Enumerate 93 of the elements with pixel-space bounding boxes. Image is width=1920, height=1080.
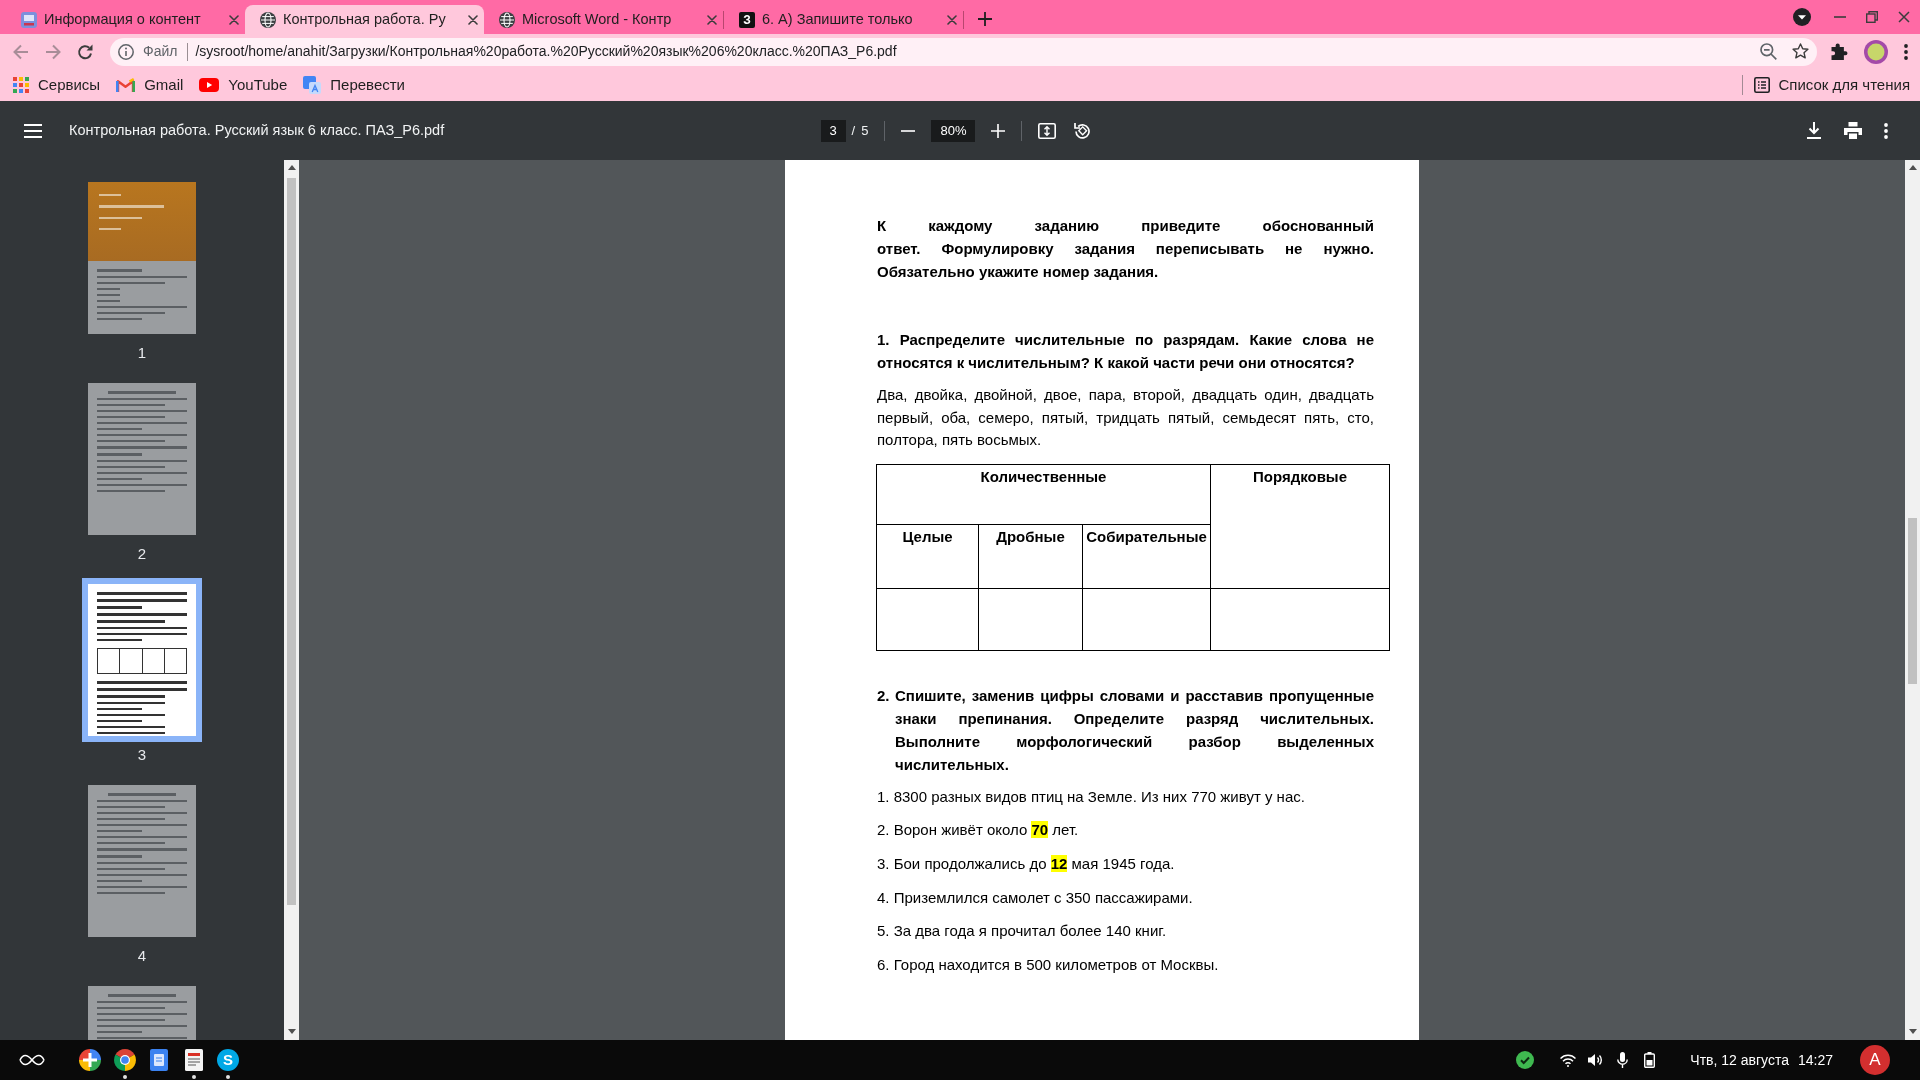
task-number: 2. — [877, 685, 891, 706]
envelope-icon — [116, 77, 136, 93]
microphone-icon[interactable] — [1617, 1052, 1629, 1068]
close-icon[interactable] — [1898, 11, 1910, 23]
scroll-up-icon[interactable] — [287, 165, 296, 170]
shield-check-icon[interactable] — [1516, 1051, 1535, 1069]
close-icon[interactable] — [468, 14, 478, 25]
bookmark-link[interactable]: YouTube — [199, 73, 288, 97]
table-group-header: Количественные — [876, 464, 1211, 525]
tab-search-icon[interactable] — [1793, 8, 1811, 26]
globe-icon — [260, 11, 276, 28]
browser-tab[interactable]: Информация о контент — [6, 5, 245, 34]
date-text: Чтв, 12 августа — [1690, 1050, 1789, 1070]
exercise-sentence: 2. Ворон живёт около 70 лет. — [877, 820, 1080, 841]
exercise-sentence: 1. 8300 разных видов птиц на Земле. Из них 770 живут у нас. — [877, 786, 1306, 807]
browser-tab[interactable]: Microsoft Word - Контр — [484, 5, 723, 34]
task-heading: 1. Распределите числительные по разрядам. Какие слова не относятся к числительным? К какой части речи они относятся? — [877, 330, 1374, 373]
plus-circle-icon[interactable] — [79, 1049, 101, 1071]
menu-icon[interactable] — [24, 123, 42, 138]
battery-icon[interactable] — [1644, 1052, 1656, 1068]
bookmark-link[interactable]: Перевести — [303, 73, 405, 97]
info-icon[interactable] — [118, 43, 134, 60]
text-document-icon[interactable] — [184, 1049, 203, 1071]
url-text: /sysroot/home/anahit/Загрузки/Контрольная%20работа.%20Русский%20язык%206%20класс.%20ПАЗ_Р6.pdf — [195, 42, 897, 61]
column-header: Целые — [876, 524, 979, 589]
scroll-down-icon[interactable] — [287, 1029, 296, 1034]
site-logo: З — [739, 11, 755, 28]
wifi-icon[interactable] — [1560, 1053, 1577, 1067]
list-icon — [1754, 77, 1771, 93]
page-number: 2 — [137, 544, 147, 564]
bookmark-link[interactable]: Gmail — [116, 73, 184, 97]
scrollbar-thumb[interactable] — [287, 178, 296, 905]
scroll-down-icon[interactable] — [1908, 1029, 1917, 1034]
zoom-out-icon[interactable] — [1760, 43, 1777, 60]
close-icon[interactable] — [229, 14, 239, 25]
more-icon[interactable] — [1884, 122, 1888, 139]
scrollbar[interactable] — [284, 160, 299, 1040]
puzzle-icon[interactable] — [1831, 43, 1848, 60]
page-separator: / — [851, 121, 856, 140]
page-number: 4 — [137, 946, 147, 966]
exercise-sentence: 5. За два года я прочитал более 140 книг. — [877, 921, 1168, 942]
fit-page-icon[interactable] — [1038, 122, 1057, 139]
column-header: Дробные — [978, 524, 1083, 589]
exercise-sentence: 3. Бои продолжались до 12 мая 1945 года. — [877, 853, 1176, 874]
restore-icon[interactable] — [1866, 11, 1878, 23]
word-list-text: Два, двойка, двойной, двое, пара, второй, двадцать один, двадцать первый, оба, семеро, пятый, тридцать пятый, семьдесят пять, сто, полтора, пять восьмых. — [877, 385, 1374, 451]
download-icon[interactable] — [1806, 122, 1822, 139]
zoom-out-minus-icon[interactable] — [901, 129, 916, 132]
user-avatar[interactable]: A — [1860, 1045, 1890, 1075]
printer-icon[interactable] — [1844, 122, 1862, 139]
browser-icon[interactable] — [113, 1049, 136, 1071]
scrollbar-thumb[interactable] — [1908, 518, 1917, 684]
page-count: 5 — [861, 121, 869, 140]
page-thumbnail-drawing[interactable] — [88, 182, 196, 334]
exercise-sentence: 6. Город находится в 500 километров от Москвы. — [877, 954, 1220, 975]
file-icon[interactable] — [150, 1049, 168, 1071]
exercise-sentence: 4. Приземлился самолет с 350 пассажирами. — [877, 887, 1194, 908]
close-icon[interactable] — [707, 14, 717, 25]
scheme-label: Файл — [143, 42, 178, 61]
profile-avatar-icon[interactable] — [1864, 39, 1888, 64]
more-icon[interactable] — [1904, 43, 1908, 60]
page-thumbnail-drawing[interactable] — [82, 578, 202, 742]
page-number: 3 — [137, 745, 147, 765]
volume-icon[interactable] — [1588, 1053, 1604, 1067]
reading-list-link[interactable]: Список для чтения — [1754, 73, 1910, 97]
star-icon[interactable] — [1792, 43, 1809, 60]
rotate-icon[interactable] — [1074, 122, 1092, 139]
page-thumbnail-drawing[interactable] — [88, 383, 196, 535]
zoom-level-field[interactable]: 80% — [931, 119, 976, 142]
reload-icon[interactable] — [77, 43, 93, 60]
clock-time: 14:27 — [1797, 1050, 1833, 1070]
page-number-field[interactable]: 3 — [820, 119, 846, 142]
document-title: Контрольная работа. Русский язык 6 класс. ПАЗ_Р6.pdf — [69, 120, 445, 140]
browser-tab[interactable]: Контрольная работа. Ру — [245, 5, 484, 34]
tile-icon — [21, 11, 37, 28]
address-bar[interactable]: Файл /sysroot/home/anahit/Загрузки/Контрольная%20работа.%20Русский%20язык%206%20класс.%20ПАЗ_Р6.pdf — [110, 37, 1817, 66]
launcher-icon[interactable] — [19, 1054, 45, 1066]
bookmark-link[interactable]: Сервисы — [13, 73, 101, 97]
globe-icon — [499, 11, 515, 28]
close-icon[interactable] — [947, 14, 957, 25]
new-tab-plus-icon[interactable] — [978, 11, 992, 26]
translate-icon — [303, 76, 322, 94]
page-number: 1 — [137, 343, 147, 363]
browser-tab[interactable]: З 6. А) Запишите только — [724, 5, 963, 34]
zoom-in-plus-icon[interactable] — [991, 123, 1006, 138]
table-group-header: Порядковые — [1210, 464, 1390, 589]
page-thumbnail-drawing[interactable] — [88, 785, 196, 937]
scroll-up-icon[interactable] — [1908, 165, 1917, 170]
task-heading: Спишите, заменив цифры словами и расставив пропущенные знаки препинания. Определите разряд числительных. Выполните морфологический разбор выделенных числительных. — [895, 685, 1374, 775]
scrollbar[interactable] — [1905, 160, 1920, 1040]
instructions-text: К каждому заданию приведите обоснованный ответ. Формулировку задания переписывать не нужно. Обязательно укажите номер задания. — [877, 216, 1374, 282]
apps-grid-icon — [13, 77, 29, 93]
video-play-icon — [199, 78, 220, 92]
